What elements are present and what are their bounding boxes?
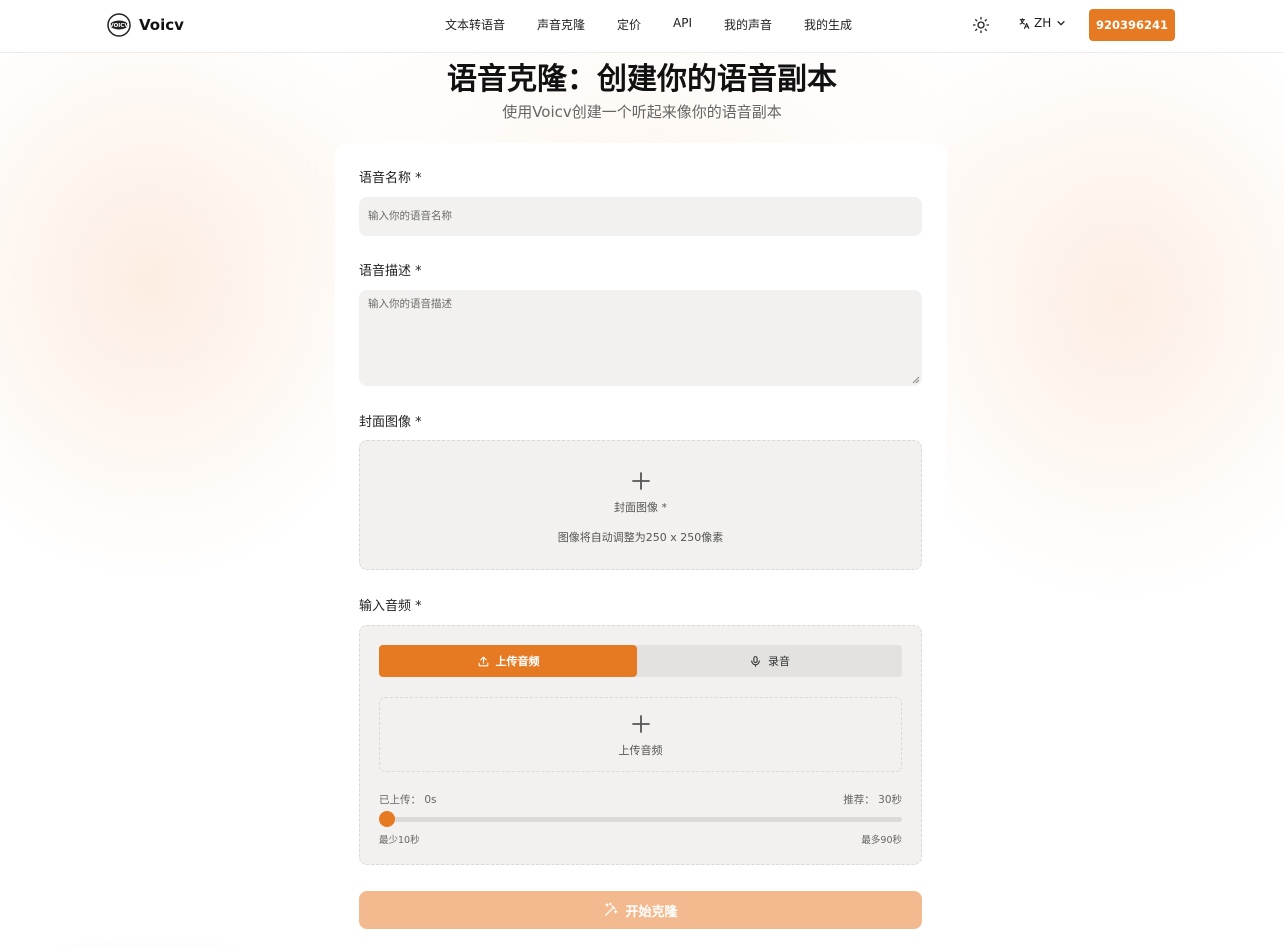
plus-icon	[632, 472, 650, 490]
start-clone-button[interactable]: 开始克隆	[359, 891, 922, 929]
language-label: ZH	[1034, 16, 1052, 30]
voice-name-label: 语音名称 *	[359, 171, 422, 186]
brand-name: Voicv	[139, 16, 184, 34]
tab-upload-audio[interactable]: 上传音频	[379, 645, 637, 677]
tab-upload-audio-label: 上传音频	[495, 655, 540, 668]
cover-dropzone-hint: 图像将自动调整为250 x 250像素	[557, 531, 724, 544]
audio-source-tabs: 上传音频 录音	[379, 645, 902, 677]
chevron-down-icon	[1057, 20, 1066, 26]
voice-description-placeholder: 输入你的语音描述	[368, 298, 452, 310]
start-clone-label: 开始克隆	[625, 904, 678, 920]
audio-duration-track	[384, 817, 902, 822]
nav-api[interactable]: API	[673, 16, 692, 33]
tab-record[interactable]: 录音	[637, 645, 902, 677]
voice-description-label: 语音描述 *	[359, 264, 422, 279]
input-audio-label: 输入音频 *	[359, 599, 422, 614]
nav-text-to-speech[interactable]: 文本转语音	[445, 16, 505, 33]
nav-my-generations[interactable]: 我的生成	[804, 16, 852, 33]
user-account-button[interactable]: 920396241	[1089, 9, 1175, 41]
audio-duration-slider-thumb[interactable]	[379, 811, 395, 827]
translate-icon	[1019, 17, 1030, 29]
audio-upload-dropzone[interactable]: 上传音频	[379, 697, 902, 772]
resize-handle-icon[interactable]	[912, 376, 920, 384]
nav-my-voices[interactable]: 我的声音	[724, 16, 772, 33]
cover-image-label: 封面图像 *	[359, 415, 422, 430]
magic-wand-icon	[605, 902, 618, 916]
svg-text:VOICV: VOICV	[109, 23, 129, 29]
recommended-duration: 推荐： 30秒	[843, 794, 902, 806]
voice-description-textarea[interactable]: 输入你的语音描述	[359, 290, 922, 386]
max-duration-label: 最多90秒	[861, 835, 902, 846]
voice-name-input[interactable]: 输入你的语音名称	[359, 197, 922, 236]
page-subtitle: 使用Voicv创建一个听起来像你的语音副本	[502, 103, 782, 121]
brand-logo[interactable]: VOICV Voicv	[107, 13, 184, 37]
page-title: 语音克隆：创建你的语音副本	[447, 62, 837, 97]
nav-voice-clone[interactable]: 声音克隆	[537, 16, 585, 33]
microphone-icon	[751, 655, 760, 667]
cover-dropzone-title: 封面图像 *	[614, 501, 667, 514]
voicv-logo-icon: VOICV	[107, 13, 131, 37]
uploaded-duration: 已上传： 0s	[379, 794, 437, 806]
plus-icon	[632, 715, 650, 733]
top-navbar: VOICV Voicv 文本转语音 声音克隆 定价 API 我的声音 我的生成 …	[0, 0, 1284, 53]
audio-dropzone-title: 上传音频	[618, 744, 663, 757]
min-duration-label: 最少10秒	[379, 835, 420, 846]
nav-pricing[interactable]: 定价	[617, 16, 641, 33]
sun-icon[interactable]	[972, 16, 990, 34]
tab-record-label: 录音	[768, 655, 790, 668]
cover-image-dropzone[interactable]: 封面图像 * 图像将自动调整为250 x 250像素	[359, 440, 922, 570]
language-switcher[interactable]: ZH	[1018, 16, 1066, 30]
main-nav: 文本转语音 声音克隆 定价 API 我的声音 我的生成	[445, 16, 884, 33]
upload-icon	[478, 656, 488, 666]
